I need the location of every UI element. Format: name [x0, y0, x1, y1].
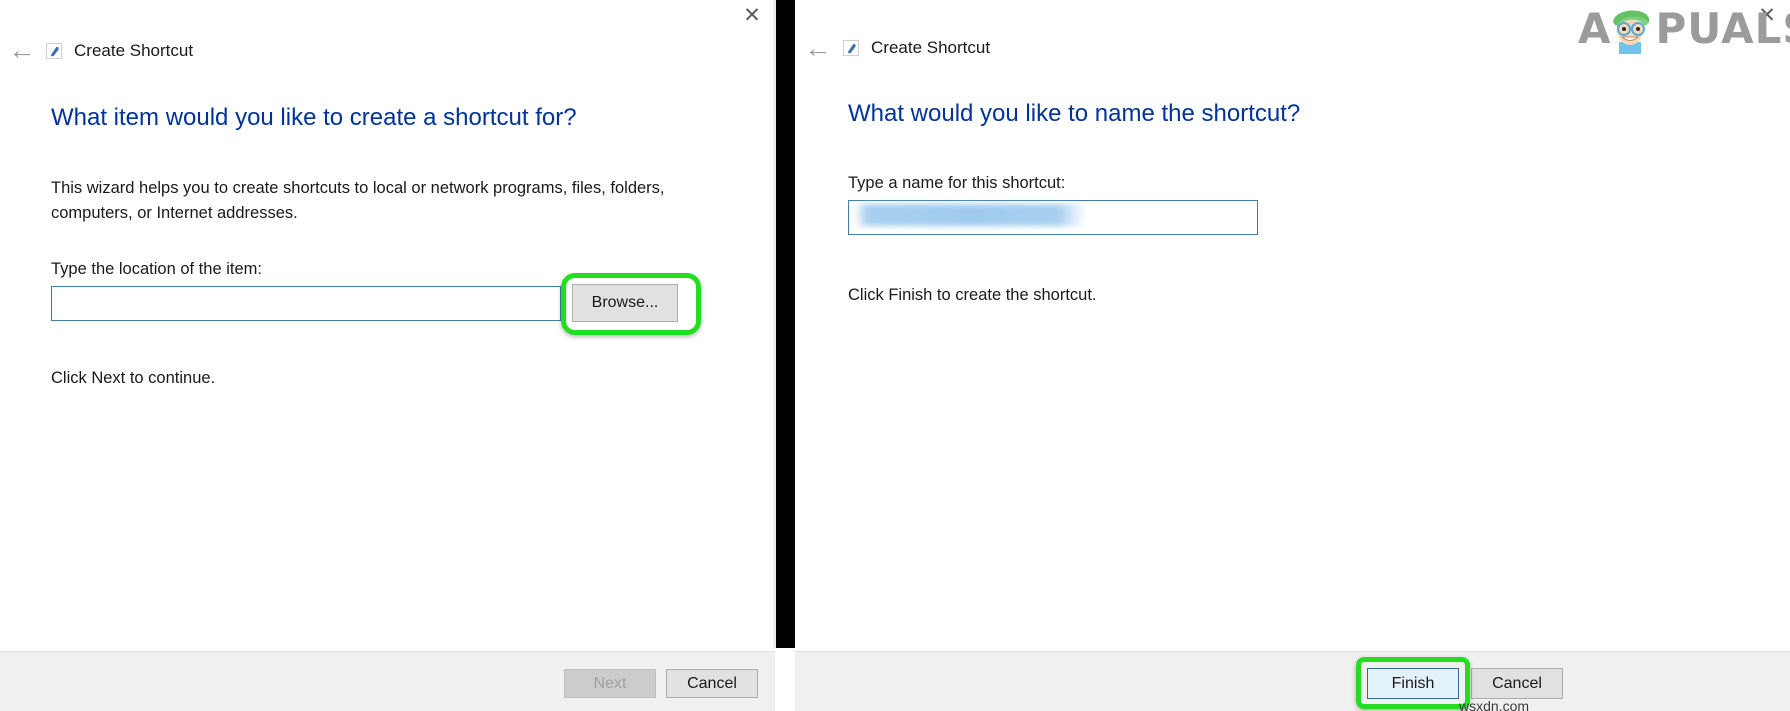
cancel-button[interactable]: Cancel: [666, 669, 758, 698]
finish-hint-text: Click Finish to create the shortcut.: [848, 286, 1097, 305]
page-title: What item would you like to create a sho…: [51, 104, 577, 132]
mascot-face-icon: [1607, 2, 1653, 54]
finish-button[interactable]: Finish: [1367, 668, 1459, 699]
shortcut-icon: [46, 43, 62, 59]
next-button[interactable]: Next: [564, 669, 656, 698]
name-field-label: Type a name for this shortcut:: [848, 174, 1065, 193]
back-arrow-icon[interactable]: ←: [802, 32, 834, 64]
right-footer-bar: Finish Cancel wsxdn.com: [795, 651, 1790, 711]
shortcut-icon: [843, 40, 859, 56]
window-title: Create Shortcut: [74, 41, 193, 61]
cancel-button[interactable]: Cancel: [1471, 668, 1563, 699]
panel-divider: [773, 0, 795, 648]
location-field-label: Type the location of the item:: [51, 260, 262, 279]
close-icon[interactable]: ✕: [729, 0, 775, 30]
create-shortcut-wizard-step2: ✕ ← Create Shortcut What would you like …: [795, 0, 1790, 711]
location-input[interactable]: [51, 286, 561, 321]
next-hint-text: Click Next to continue.: [51, 369, 215, 388]
shortcut-name-input[interactable]: [848, 200, 1258, 235]
browse-button[interactable]: Browse...: [572, 284, 678, 322]
divider-sliver: [773, 0, 776, 648]
left-footer-bar: Next Cancel: [0, 651, 775, 711]
wizard-description: This wizard helps you to create shortcut…: [51, 176, 731, 226]
screenshot-stage: ✕ ← Create Shortcut What item would you …: [0, 0, 1790, 711]
left-titlebar: ✕ ← Create Shortcut: [0, 0, 775, 86]
appuals-logo: APUALS: [1578, 8, 1790, 50]
logo-text-puals: PUALS: [1656, 4, 1790, 53]
back-arrow-icon[interactable]: ←: [6, 34, 38, 66]
page-title: What would you like to name the shortcut…: [848, 100, 1300, 128]
site-watermark: wsxdn.com: [1459, 698, 1529, 711]
window-title: Create Shortcut: [871, 38, 990, 58]
create-shortcut-wizard-step1: ✕ ← Create Shortcut What item would you …: [0, 0, 775, 711]
